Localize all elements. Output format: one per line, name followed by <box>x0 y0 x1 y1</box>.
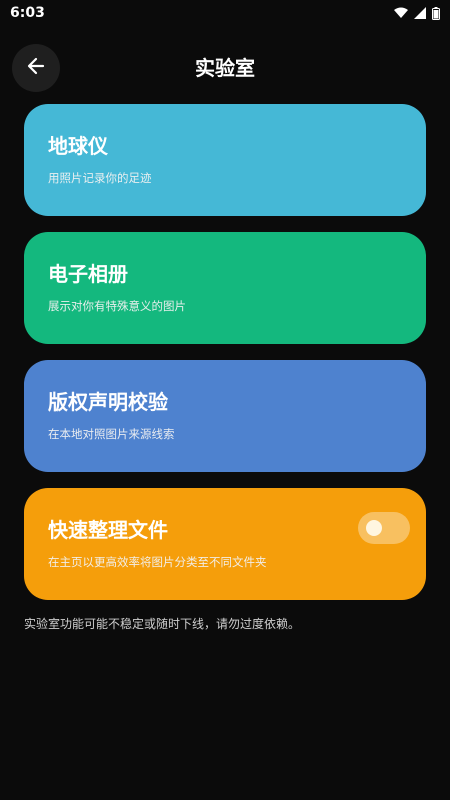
card-subtitle: 在主页以更高效率将图片分类至不同文件夹 <box>48 555 267 569</box>
card-copyright-check[interactable]: 版权声明校验 在本地对照图片来源线索 <box>24 360 426 472</box>
card-digital-album[interactable]: 电子相册 展示对你有特殊意义的图片 <box>24 232 426 344</box>
toggle-knob <box>366 520 382 536</box>
card-subtitle: 在本地对照图片来源线索 <box>48 427 175 441</box>
quick-organize-toggle[interactable] <box>358 512 410 544</box>
card-quick-organize: 快速整理文件 在主页以更高效率将图片分类至不同文件夹 <box>24 488 426 600</box>
status-bar: 6:03 <box>0 0 450 26</box>
status-time: 6:03 <box>10 5 45 21</box>
lab-card-list: 地球仪 用照片记录你的足迹 电子相册 展示对你有特殊意义的图片 版权声明校验 在… <box>24 104 426 616</box>
wifi-icon <box>394 7 408 19</box>
card-title: 版权声明校验 <box>48 390 168 414</box>
card-title: 电子相册 <box>48 262 128 286</box>
card-title: 快速整理文件 <box>48 518 168 542</box>
card-globe[interactable]: 地球仪 用照片记录你的足迹 <box>24 104 426 216</box>
status-icons <box>394 6 440 20</box>
card-subtitle: 展示对你有特殊意义的图片 <box>48 299 186 313</box>
cellular-signal-icon <box>414 7 426 19</box>
battery-icon <box>432 6 440 20</box>
card-subtitle: 用照片记录你的足迹 <box>48 171 152 185</box>
lab-disclaimer: 实验室功能可能不稳定或随时下线，请勿过度依赖。 <box>24 617 301 631</box>
page-title: 实验室 <box>195 56 255 80</box>
card-title: 地球仪 <box>48 134 108 158</box>
